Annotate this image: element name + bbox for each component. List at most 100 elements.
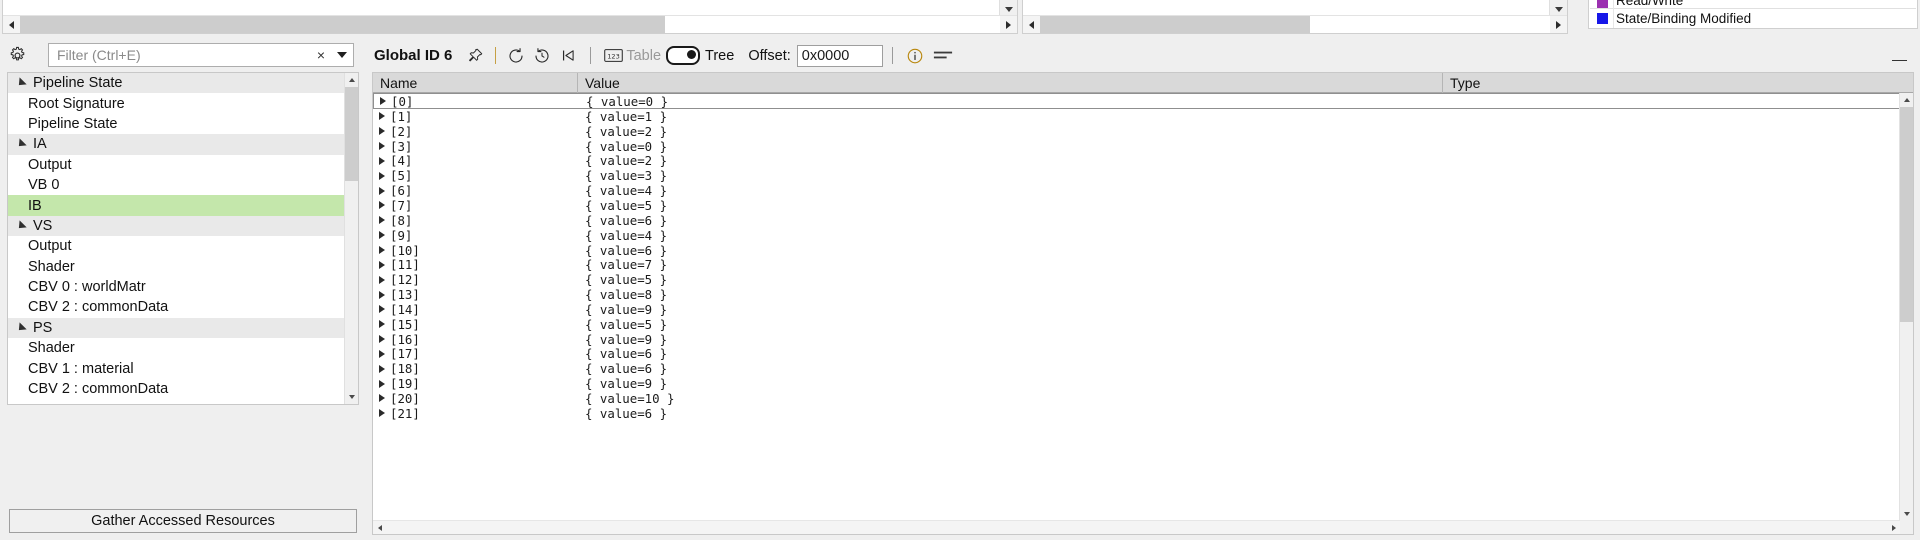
pipeline-state-tree-list[interactable]: Pipeline State Root Signature Pipeline Sta…	[8, 73, 345, 404]
table-row[interactable]: [3] { value=0 }	[373, 139, 1900, 154]
expand-collapse-triangle-icon[interactable]	[15, 138, 27, 151]
expand-row-triangle-icon[interactable]	[379, 201, 385, 210]
grid-header-value[interactable]: Value	[578, 73, 1443, 93]
grid-scroll-up-button[interactable]	[1900, 93, 1913, 107]
gather-accessed-resources-button[interactable]: Gather Accessed Resources	[9, 509, 357, 533]
tree-item-shader[interactable]: Shader	[8, 338, 345, 359]
expand-row-triangle-icon[interactable]	[379, 320, 385, 329]
grid-rows-container[interactable]: [0] { value=0 } [1] { value=1 } [2] { value=2…	[373, 93, 1900, 521]
filter-clear-button[interactable]: ×	[311, 44, 331, 66]
pipeline-tree-vertical-scrollbar[interactable]	[344, 73, 358, 404]
expand-row-triangle-icon[interactable]	[379, 142, 385, 151]
view-toggle-table-label[interactable]: Table	[626, 48, 661, 64]
grid-scroll-down-button[interactable]	[1900, 507, 1913, 521]
table-row[interactable]: [12] { value=5 }	[373, 272, 1900, 287]
expand-row-triangle-icon[interactable]	[379, 290, 385, 299]
expand-row-triangle-icon[interactable]	[380, 97, 386, 105]
tree-group-vs[interactable]: VS	[8, 215, 345, 237]
table-row[interactable]: [8] { value=6 }	[373, 213, 1900, 228]
tree-item-ib[interactable]: IB	[8, 195, 345, 216]
pipeline-state-tree[interactable]: Pipeline State Root Signature Pipeline Sta…	[7, 72, 359, 405]
tree-group-pipeline-state[interactable]: Pipeline State	[8, 73, 345, 94]
expand-row-triangle-icon[interactable]	[379, 246, 385, 255]
scrollbar-track[interactable]	[20, 16, 1000, 33]
grid-hscrollbar-track[interactable]	[386, 521, 1887, 534]
tree-item-output[interactable]: Output	[8, 154, 345, 175]
table-row[interactable]: [20] { value=10 }	[373, 391, 1900, 406]
expand-row-triangle-icon[interactable]	[379, 305, 385, 314]
expand-row-triangle-icon[interactable]	[379, 171, 385, 180]
tree-item-cbv-2-commondata[interactable]: CBV 2 : commonData	[8, 297, 345, 318]
table-row[interactable]: [5] { value=3 }	[373, 168, 1900, 183]
table-row[interactable]: [0] { value=0 }	[373, 93, 1900, 109]
scroll-left-button-2[interactable]	[1023, 16, 1040, 33]
table-row[interactable]: [14] { value=9 }	[373, 302, 1900, 317]
refresh-button[interactable]	[503, 43, 529, 69]
table-row[interactable]: [16] { value=9 }	[373, 332, 1900, 347]
info-button[interactable]	[902, 43, 928, 69]
table-row[interactable]: [7] { value=5 }	[373, 198, 1900, 213]
numeric-format-button[interactable]: 123	[600, 43, 626, 69]
table-row[interactable]: [15] { value=5 }	[373, 317, 1900, 332]
expand-row-triangle-icon[interactable]	[379, 379, 385, 388]
grid-header-name[interactable]: Name	[373, 73, 578, 93]
expand-row-triangle-icon[interactable]	[379, 394, 385, 403]
tree-item-vb-0[interactable]: VB 0	[8, 174, 345, 196]
expand-row-triangle-icon[interactable]	[379, 216, 385, 225]
table-tree-view-toggle[interactable]	[666, 46, 701, 65]
table-row[interactable]: [19] { value=9 }	[373, 376, 1900, 391]
expand-row-triangle-icon[interactable]	[379, 231, 385, 240]
table-row[interactable]: [10] { value=6 }	[373, 243, 1900, 258]
scrollbar-thumb-2[interactable]	[1040, 16, 1310, 33]
expand-row-triangle-icon[interactable]	[379, 156, 385, 165]
expand-row-triangle-icon[interactable]	[379, 349, 385, 358]
grid-horizontal-scrollbar[interactable]	[373, 520, 1900, 534]
tree-item-pipeline-state[interactable]: Pipeline State	[8, 113, 345, 135]
tree-item-output[interactable]: Output	[8, 236, 345, 257]
expand-collapse-triangle-icon[interactable]	[15, 77, 27, 89]
horizontal-scrollbar-2[interactable]	[1023, 15, 1567, 33]
horizontal-scrollbar[interactable]	[3, 15, 1017, 33]
scrollbar-track-2[interactable]	[1040, 16, 1550, 33]
table-row[interactable]: [13] { value=8 }	[373, 287, 1900, 302]
offset-input[interactable]	[796, 44, 883, 67]
grid-scroll-left-button[interactable]	[373, 521, 386, 534]
tree-item-cbv-2-commondata[interactable]: CBV 2 : commonData	[8, 378, 345, 400]
column-options-button[interactable]	[928, 43, 958, 69]
pipeline-tree-scroll-down-button[interactable]	[345, 390, 358, 404]
expand-row-triangle-icon[interactable]	[379, 275, 385, 284]
expand-row-triangle-icon[interactable]	[379, 335, 385, 344]
scrollbar-thumb[interactable]	[20, 16, 665, 33]
grid-scroll-right-button[interactable]	[1887, 521, 1900, 534]
table-row[interactable]: [21] { value=6 }	[373, 406, 1900, 421]
expand-collapse-triangle-icon[interactable]	[15, 322, 27, 334]
table-row[interactable]: [1] { value=1 }	[373, 109, 1900, 124]
expand-row-triangle-icon[interactable]	[379, 260, 385, 269]
tree-group-ia[interactable]: IA	[8, 134, 345, 155]
view-toggle-tree-label[interactable]: Tree	[705, 48, 734, 64]
table-row[interactable]: [18] { value=6 }	[373, 361, 1900, 376]
expand-row-triangle-icon[interactable]	[379, 364, 385, 373]
table-row[interactable]: [9] { value=4 }	[373, 228, 1900, 243]
settings-gear-button[interactable]	[0, 41, 34, 71]
filter-dropdown-button[interactable]	[331, 44, 353, 66]
grid-header-type[interactable]: Type	[1443, 73, 1543, 93]
history-button[interactable]	[529, 43, 555, 69]
pipeline-tree-scrollbar-thumb[interactable]	[345, 87, 358, 181]
grid-vertical-scrollbar[interactable]	[1899, 93, 1913, 521]
grid-scrollbar-thumb[interactable]	[1900, 107, 1913, 322]
pin-button[interactable]	[462, 43, 488, 69]
table-row[interactable]: [4] { value=2 }	[373, 153, 1900, 168]
expand-collapse-triangle-icon[interactable]	[15, 220, 27, 232]
pipeline-tree-scroll-up-button[interactable]	[345, 73, 358, 87]
table-row[interactable]: [17] { value=6 }	[373, 346, 1900, 361]
filter-input[interactable]	[49, 44, 311, 66]
table-row[interactable]: [6] { value=4 }	[373, 183, 1900, 198]
go-to-first-button[interactable]	[555, 43, 581, 69]
minimize-panel-button[interactable]	[1886, 45, 1912, 67]
scroll-right-button-2[interactable]	[1550, 16, 1567, 33]
expand-row-triangle-icon[interactable]	[379, 409, 385, 418]
tree-item-cbv-1-material[interactable]: CBV 1 : material	[8, 358, 345, 379]
tree-item-shader[interactable]: Shader	[8, 256, 345, 277]
filter-box[interactable]: ×	[48, 43, 354, 67]
